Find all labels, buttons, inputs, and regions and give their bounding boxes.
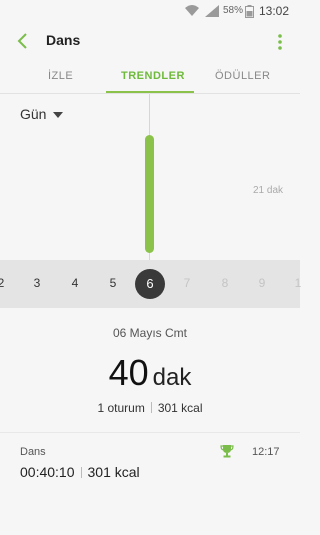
duration-number: 40 xyxy=(108,352,149,393)
tab-izle[interactable]: İZLE xyxy=(48,70,73,82)
status-clock: 13:02 xyxy=(259,4,290,18)
signal-icon xyxy=(205,5,219,17)
entry-time: 12:17 xyxy=(252,446,280,458)
calorie-total: 301 kcal xyxy=(157,401,203,415)
day-item[interactable]: 2 xyxy=(0,276,11,290)
entry-detail[interactable]: 00:40:10 301 kcal xyxy=(20,464,140,480)
trophy-icon xyxy=(220,445,234,458)
entry-calories: 301 kcal xyxy=(87,464,140,480)
session-count: 1 oturum xyxy=(97,401,145,415)
battery-percent: 58% xyxy=(223,5,244,16)
chevron-left-icon[interactable] xyxy=(12,30,34,52)
duration-value: 40 dak xyxy=(0,352,300,394)
period-label: Gün xyxy=(20,106,47,122)
activity-bar xyxy=(145,135,154,253)
day-item[interactable]: 5 xyxy=(103,276,123,290)
day-item[interactable]: 3 xyxy=(27,276,47,290)
reference-label: 21 dak xyxy=(253,185,284,196)
tab-divider xyxy=(0,93,300,94)
separator xyxy=(150,402,152,413)
day-item[interactable]: 4 xyxy=(65,276,85,290)
tab-trendler[interactable]: TRENDLER xyxy=(121,70,185,82)
summary-line: 1 oturum 301 kcal xyxy=(0,401,300,415)
day-item[interactable]: 7 xyxy=(177,276,197,290)
caret-down-icon xyxy=(53,112,63,118)
page-title: Dans xyxy=(46,32,81,48)
battery-icon xyxy=(245,5,254,18)
day-item-selected[interactable]: 6 xyxy=(135,269,165,299)
entry-name: Dans xyxy=(20,446,46,458)
tab-bar: İZLE TRENDLER ÖDÜLLER xyxy=(0,66,300,94)
wifi-icon xyxy=(185,5,199,16)
day-item[interactable]: 8 xyxy=(215,276,235,290)
entry-divider xyxy=(0,432,300,433)
period-selector[interactable]: Gün xyxy=(20,106,63,126)
status-bar: 58% 13:02 xyxy=(0,0,300,22)
tab-oduller[interactable]: ÖDÜLLER xyxy=(215,70,270,82)
day-item[interactable]: 9 xyxy=(252,276,272,290)
selected-date: 06 Mayıs Cmt xyxy=(112,326,187,340)
more-vert-icon[interactable] xyxy=(270,30,290,54)
day-strip[interactable]: 2 3 4 5 6 7 8 9 1 xyxy=(0,260,301,308)
day-item[interactable]: 1 xyxy=(288,276,308,290)
duration-unit: dak xyxy=(152,364,192,391)
selected-day-label: 6 xyxy=(146,276,154,291)
separator xyxy=(80,467,82,478)
entry-duration: 00:40:10 xyxy=(20,464,75,480)
app-bar: Dans xyxy=(0,22,300,62)
